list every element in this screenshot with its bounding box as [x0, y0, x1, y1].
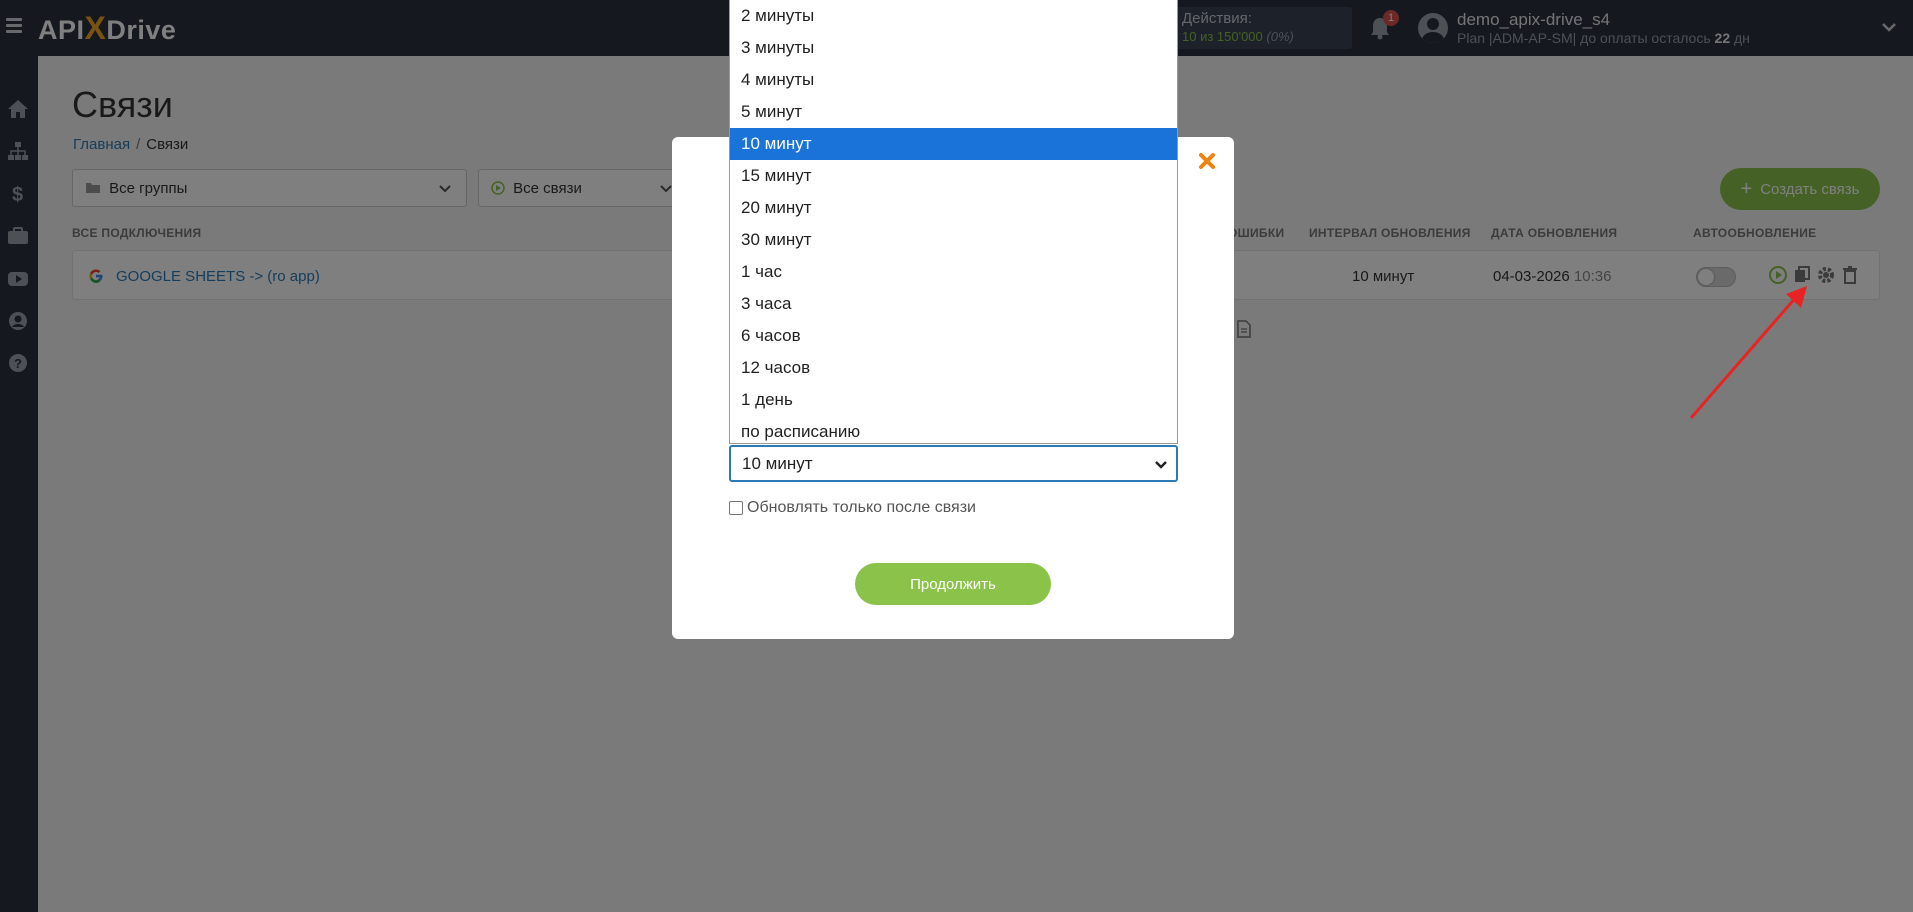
update-interval-select[interactable]: 10 минут: [729, 445, 1178, 482]
dropdown-option[interactable]: 30 минут: [730, 224, 1177, 256]
annotation-arrow: [1689, 286, 1807, 419]
dropdown-option[interactable]: 5 минут: [730, 96, 1177, 128]
dropdown-option[interactable]: по расписанию: [730, 416, 1177, 448]
dropdown-option[interactable]: 15 минут: [730, 160, 1177, 192]
close-icon[interactable]: [1196, 150, 1218, 172]
dropdown-option[interactable]: 4 минуты: [730, 64, 1177, 96]
checkbox-label: Обновлять только после связи: [747, 499, 976, 516]
continue-button[interactable]: Продолжить: [855, 563, 1051, 605]
update-after-connection-checkbox[interactable]: [729, 501, 743, 515]
dropdown-option[interactable]: 12 часов: [730, 352, 1177, 384]
dropdown-option[interactable]: 6 часов: [730, 320, 1177, 352]
dropdown-option[interactable]: 3 часа: [730, 288, 1177, 320]
dropdown-option[interactable]: 1 день: [730, 384, 1177, 416]
dropdown-option[interactable]: 20 минут: [730, 192, 1177, 224]
dropdown-option[interactable]: 10 минут: [730, 128, 1177, 160]
dropdown-option[interactable]: 2 минуты: [730, 0, 1177, 32]
update-after-connection-checkbox-row[interactable]: Обновлять только после связи: [729, 499, 976, 517]
interval-options-list: 2 минуты 3 минуты 4 минуты 5 минут 10 минут 1…: [729, 0, 1178, 444]
dropdown-option[interactable]: 1 час: [730, 256, 1177, 288]
dropdown-option[interactable]: 3 минуты: [730, 32, 1177, 64]
chevron-down-icon: [1155, 461, 1167, 469]
